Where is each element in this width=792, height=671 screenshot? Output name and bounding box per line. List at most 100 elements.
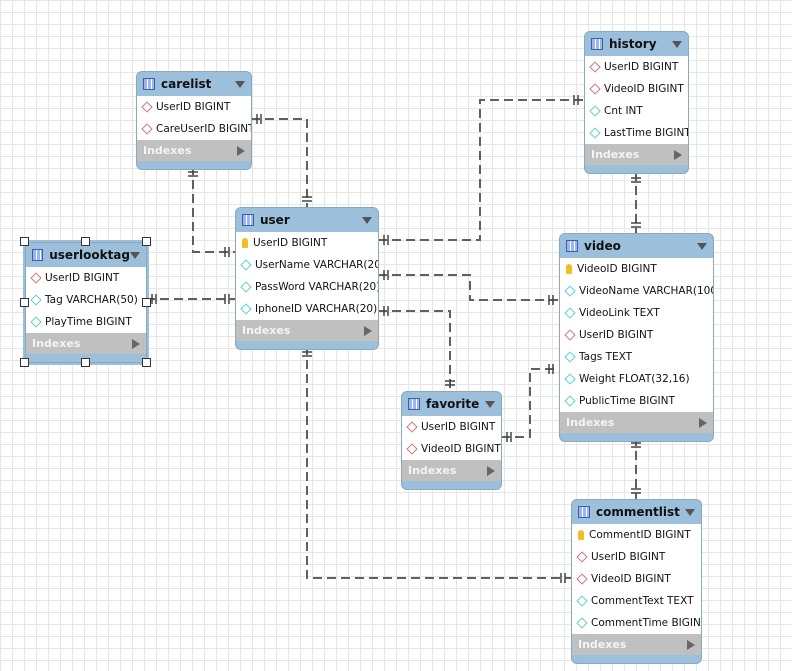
indexes-label: Indexes: [143, 144, 192, 157]
indexes-section[interactable]: Indexes: [560, 412, 713, 433]
relationship-line[interactable]: [378, 310, 451, 391]
resize-handle[interactable]: [142, 237, 151, 246]
column-row[interactable]: UserID BIGINT: [572, 546, 701, 568]
resize-handle[interactable]: [20, 237, 29, 246]
resize-handle[interactable]: [142, 297, 151, 307]
resize-handle[interactable]: [81, 237, 90, 246]
foreign-key-column-icon: [406, 421, 418, 433]
table-user[interactable]: user UserID BIGINT UserName VARCHAR(20) Pas…: [235, 207, 379, 350]
resize-handle[interactable]: [20, 358, 29, 367]
indexes-label: Indexes: [578, 638, 627, 651]
indexes-section[interactable]: Indexes: [585, 144, 688, 165]
column-row[interactable]: Tag VARCHAR(50): [26, 289, 146, 311]
table-icon: [32, 249, 44, 261]
column-row[interactable]: UserName VARCHAR(20): [236, 254, 378, 276]
foreign-key-column-icon: [576, 573, 588, 585]
table-userlooktag[interactable]: userlooktag UserID BIGINT Tag VARCHAR(50) P…: [23, 240, 149, 365]
column-row[interactable]: UserID BIGINT: [402, 416, 501, 438]
table-carelist[interactable]: carelist UserID BIGINT CareUserID BIGINT In…: [136, 71, 252, 170]
expand-arrow-icon[interactable]: [687, 639, 695, 650]
column-row[interactable]: VideoName VARCHAR(100): [560, 280, 713, 302]
column-row[interactable]: CommentText TEXT: [572, 590, 701, 612]
column-row[interactable]: VideoLink TEXT: [560, 302, 713, 324]
resize-handle[interactable]: [81, 358, 90, 367]
column-row[interactable]: UserID BIGINT: [137, 96, 251, 118]
column-row[interactable]: Cnt INT: [585, 100, 688, 122]
table-name: userlooktag: [49, 248, 130, 262]
column-row[interactable]: Weight FLOAT(32,16): [560, 368, 713, 390]
column-label: UserID BIGINT: [45, 272, 120, 284]
expand-arrow-icon[interactable]: [487, 465, 495, 476]
column-row[interactable]: UserID BIGINT: [560, 324, 713, 346]
column-row[interactable]: PassWord VARCHAR(20): [236, 276, 378, 298]
relationship-line[interactable]: [251, 118, 308, 207]
table-header[interactable]: video: [560, 234, 713, 258]
expand-arrow-icon[interactable]: [364, 325, 372, 336]
relationship-line[interactable]: [378, 99, 584, 241]
column-row[interactable]: VideoID BIGINT: [585, 78, 688, 100]
table-name: favorite: [426, 397, 480, 411]
column-label: PlayTime BIGINT: [45, 316, 132, 328]
primary-key-icon: [578, 530, 584, 540]
column-row[interactable]: VideoID BIGINT: [572, 568, 701, 590]
indexes-section[interactable]: Indexes: [236, 320, 378, 341]
column-row[interactable]: VideoID BIGINT: [560, 258, 713, 280]
column-label: VideoID BIGINT: [577, 263, 657, 275]
collapse-icon[interactable]: [130, 251, 140, 259]
column-row[interactable]: PublicTime BIGINT: [560, 390, 713, 412]
collapse-icon[interactable]: [485, 400, 495, 408]
indexes-label: Indexes: [408, 464, 457, 477]
column-icon: [564, 351, 576, 363]
column-row[interactable]: PlayTime BIGINT: [26, 311, 146, 333]
column-row[interactable]: CommentTime BIGINT: [572, 612, 701, 634]
relationship-line[interactable]: [378, 274, 559, 301]
column-row[interactable]: IphoneID VARCHAR(20): [236, 298, 378, 320]
indexes-label: Indexes: [32, 337, 81, 350]
column-row[interactable]: UserID BIGINT: [236, 232, 378, 254]
table-header[interactable]: userlooktag: [26, 243, 146, 267]
table-icon: [408, 398, 420, 410]
indexes-label: Indexes: [566, 416, 615, 429]
column-row[interactable]: Tags TEXT: [560, 346, 713, 368]
relationship-line[interactable]: [192, 166, 235, 253]
table-header[interactable]: commentlist: [572, 500, 701, 524]
expand-arrow-icon[interactable]: [674, 149, 682, 160]
column-icon: [564, 307, 576, 319]
collapse-icon[interactable]: [362, 216, 372, 224]
column-row[interactable]: LastTime BIGINT: [585, 122, 688, 144]
collapse-icon[interactable]: [685, 508, 695, 516]
foreign-key-column-icon: [576, 551, 588, 563]
column-row[interactable]: CommentID BIGINT: [572, 524, 701, 546]
column-label: VideoID BIGINT: [421, 443, 501, 455]
collapse-icon[interactable]: [672, 40, 682, 48]
indexes-section[interactable]: Indexes: [26, 333, 146, 354]
table-history[interactable]: history UserID BIGINT VideoID BIGINT Cnt IN…: [584, 31, 689, 174]
table-icon: [242, 214, 254, 226]
table-header[interactable]: favorite: [402, 392, 501, 416]
column-label: UserID BIGINT: [421, 421, 496, 433]
expand-arrow-icon[interactable]: [132, 338, 140, 349]
table-header[interactable]: history: [585, 32, 688, 56]
column-icon: [576, 617, 588, 629]
resize-handle[interactable]: [20, 297, 29, 307]
foreign-key-column-icon: [589, 61, 601, 73]
column-row[interactable]: VideoID BIGINT: [402, 438, 501, 460]
column-row[interactable]: UserID BIGINT: [585, 56, 688, 78]
collapse-icon[interactable]: [697, 242, 707, 250]
indexes-section[interactable]: Indexes: [402, 460, 501, 481]
relationship-line[interactable]: [501, 368, 559, 438]
table-commentlist[interactable]: commentlist CommentID BIGINT UserID BIGINT…: [571, 499, 702, 664]
column-label: UserName VARCHAR(20): [255, 259, 379, 271]
table-header[interactable]: user: [236, 208, 378, 232]
table-video[interactable]: video VideoID BIGINT VideoName VARCHAR(100…: [559, 233, 714, 442]
resize-handle[interactable]: [142, 358, 151, 367]
table-header[interactable]: carelist: [137, 72, 251, 96]
collapse-icon[interactable]: [235, 80, 245, 88]
table-favorite[interactable]: favorite UserID BIGINT VideoID BIGINT Index…: [401, 391, 502, 490]
column-row[interactable]: UserID BIGINT: [26, 267, 146, 289]
expand-arrow-icon[interactable]: [699, 417, 707, 428]
column-row[interactable]: CareUserID BIGINT: [137, 118, 251, 140]
indexes-section[interactable]: Indexes: [137, 140, 251, 161]
expand-arrow-icon[interactable]: [237, 145, 245, 156]
indexes-section[interactable]: Indexes: [572, 634, 701, 655]
